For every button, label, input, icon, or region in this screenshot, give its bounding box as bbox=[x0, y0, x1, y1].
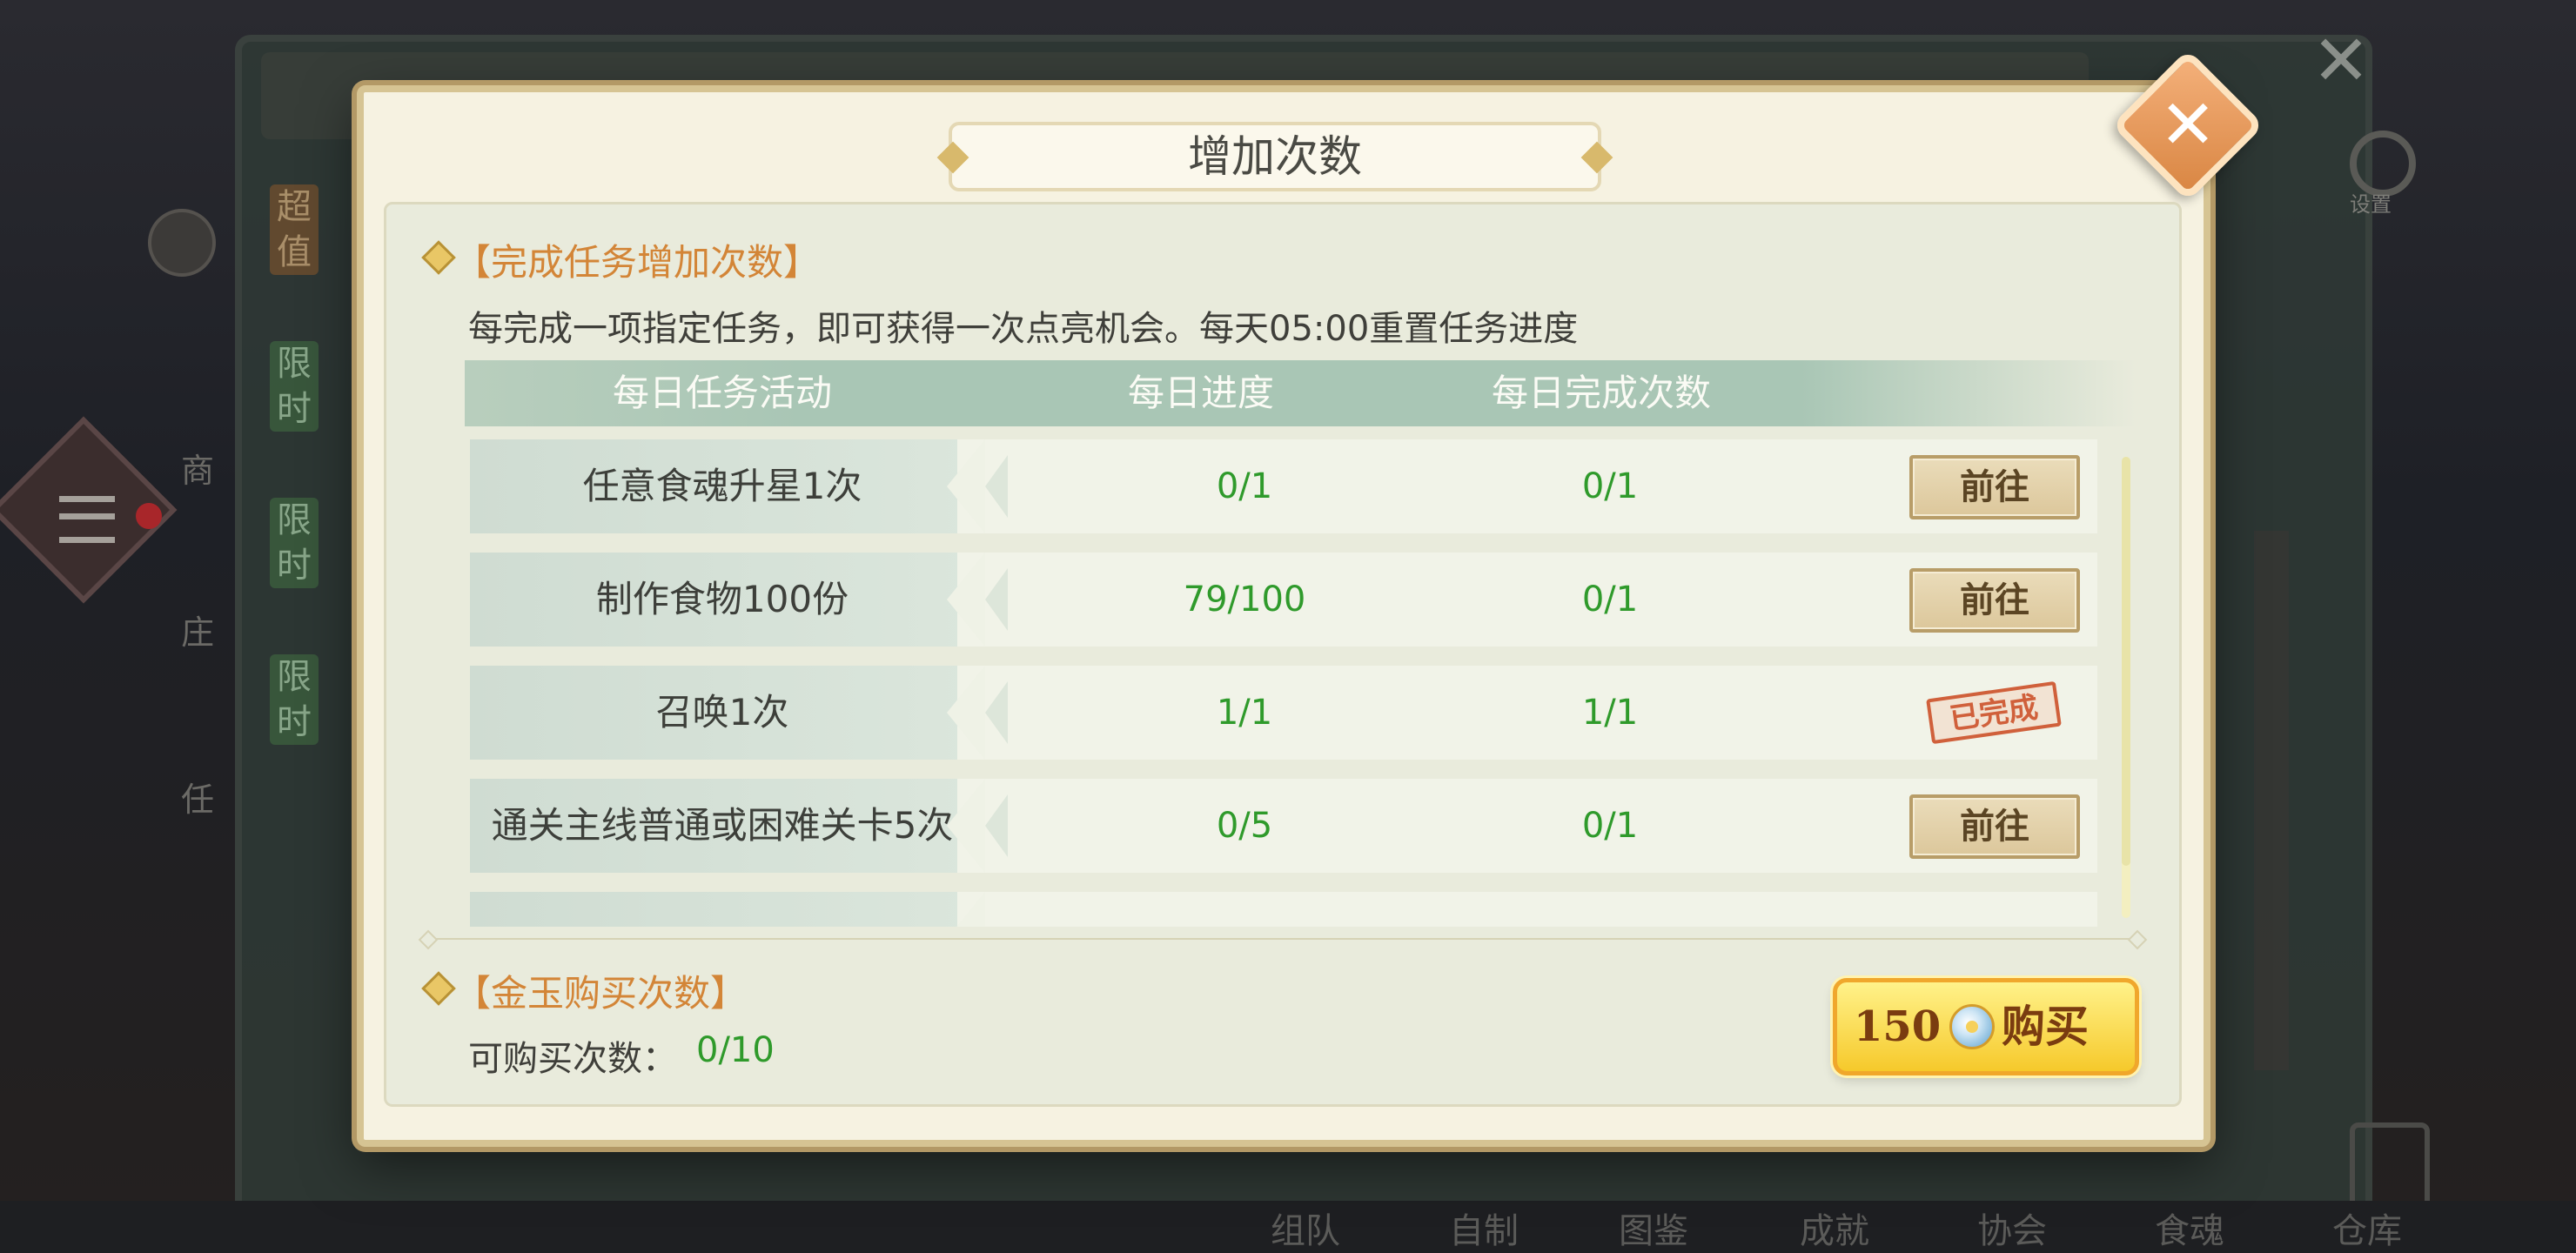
notification-dot bbox=[136, 503, 162, 529]
go-button[interactable]: 前往 bbox=[1909, 794, 2080, 859]
task-section-title: 【完成任务增加次数】 bbox=[454, 241, 821, 284]
side-tag-limited-3: 限时 bbox=[270, 654, 319, 745]
column-header-task: 每日任务活动 bbox=[612, 372, 832, 414]
task-progress: 79/100 bbox=[1183, 580, 1306, 620]
nav-guild: 协会 bbox=[1977, 1211, 2047, 1251]
nav-achievement: 成就 bbox=[1800, 1211, 1869, 1251]
task-section-description: 每完成一项指定任务，即可获得一次点亮机会。每天05:00重置任务进度 bbox=[468, 309, 1579, 349]
table-row: 制作食物100份 79/100 0/1 前往 bbox=[470, 553, 2097, 647]
task-progress: 0/1 bbox=[1216, 466, 1273, 506]
buy-price[interactable]: 150 bbox=[1854, 978, 1941, 1075]
close-icon[interactable]: ✕ bbox=[2134, 71, 2242, 179]
task-name: 制作食物100份 bbox=[595, 578, 849, 620]
side-label-shop: 商 bbox=[181, 452, 215, 490]
nav-warehouse: 仓库 bbox=[2332, 1211, 2402, 1251]
jade-coin-icon[interactable] bbox=[1949, 1004, 1995, 1049]
task-completions: 1/1 bbox=[1581, 693, 1639, 733]
side-tag-super-value: 超值 bbox=[270, 184, 319, 275]
section-divider bbox=[426, 938, 2137, 940]
task-name: 召唤1次 bbox=[655, 691, 789, 734]
scrollbar-thumb[interactable] bbox=[2122, 457, 2130, 866]
purchase-count-label: 可购买次数： bbox=[468, 1039, 677, 1079]
task-completions: 0/1 bbox=[1581, 466, 1639, 506]
side-label-manor: 庄 bbox=[181, 613, 215, 652]
chevron-left-icon bbox=[985, 455, 1008, 518]
table-row bbox=[470, 892, 2097, 927]
eye-icon bbox=[148, 209, 216, 277]
task-list[interactable]: 任意食魂升星1次 0/1 0/1 前往 制作食物100份 79/100 0/1 … bbox=[465, 439, 2101, 927]
side-tag-limited-2: 限时 bbox=[270, 498, 319, 588]
settings-label: 设置 bbox=[2350, 192, 2392, 217]
go-button[interactable]: 前往 bbox=[1909, 568, 2080, 633]
nav-team: 组队 bbox=[1271, 1211, 1340, 1251]
table-row: 通关主线普通或困难关卡5次 0/5 0/1 前往 bbox=[470, 779, 2097, 873]
nav-craft: 自制 bbox=[1449, 1211, 1519, 1251]
purchase-count-value: 0/10 bbox=[696, 1030, 775, 1070]
warehouse-icon bbox=[2350, 1122, 2430, 1211]
task-name: 任意食魂升星1次 bbox=[582, 465, 862, 507]
chevron-left-icon bbox=[985, 681, 1008, 744]
task-name: 通关主线普通或困难关卡5次 bbox=[491, 804, 954, 847]
task-completions: 0/1 bbox=[1581, 580, 1639, 620]
side-label-task: 任 bbox=[181, 781, 215, 819]
dialog-title: 增加次数 bbox=[949, 122, 1601, 191]
go-button[interactable]: 前往 bbox=[1909, 455, 2080, 519]
purchase-section-title: 【金玉购买次数】 bbox=[454, 972, 748, 1015]
task-progress: 1/1 bbox=[1216, 693, 1273, 733]
nav-codex: 图鉴 bbox=[1619, 1211, 1688, 1251]
task-progress: 0/5 bbox=[1216, 806, 1273, 846]
column-header-progress: 每日进度 bbox=[1127, 372, 1274, 414]
hamburger-icon bbox=[59, 496, 115, 543]
chevron-left-icon bbox=[985, 794, 1008, 857]
chevron-left-icon bbox=[985, 568, 1008, 631]
side-tag-limited-1: 限时 bbox=[270, 341, 319, 432]
chevron-left-icon bbox=[947, 892, 985, 927]
table-row: 任意食魂升星1次 0/1 0/1 前往 bbox=[470, 439, 2097, 533]
buy-label[interactable]: 购买 bbox=[2002, 978, 2089, 1075]
task-completions: 0/1 bbox=[1581, 806, 1639, 846]
background-lamp bbox=[2254, 531, 2289, 1070]
background-close-icon: ✕ bbox=[2311, 20, 2371, 101]
table-row: 召唤1次 1/1 1/1 已完成 bbox=[470, 666, 2097, 760]
column-header-completions: 每日完成次数 bbox=[1491, 372, 1711, 414]
nav-food-soul: 食魂 bbox=[2155, 1211, 2224, 1251]
